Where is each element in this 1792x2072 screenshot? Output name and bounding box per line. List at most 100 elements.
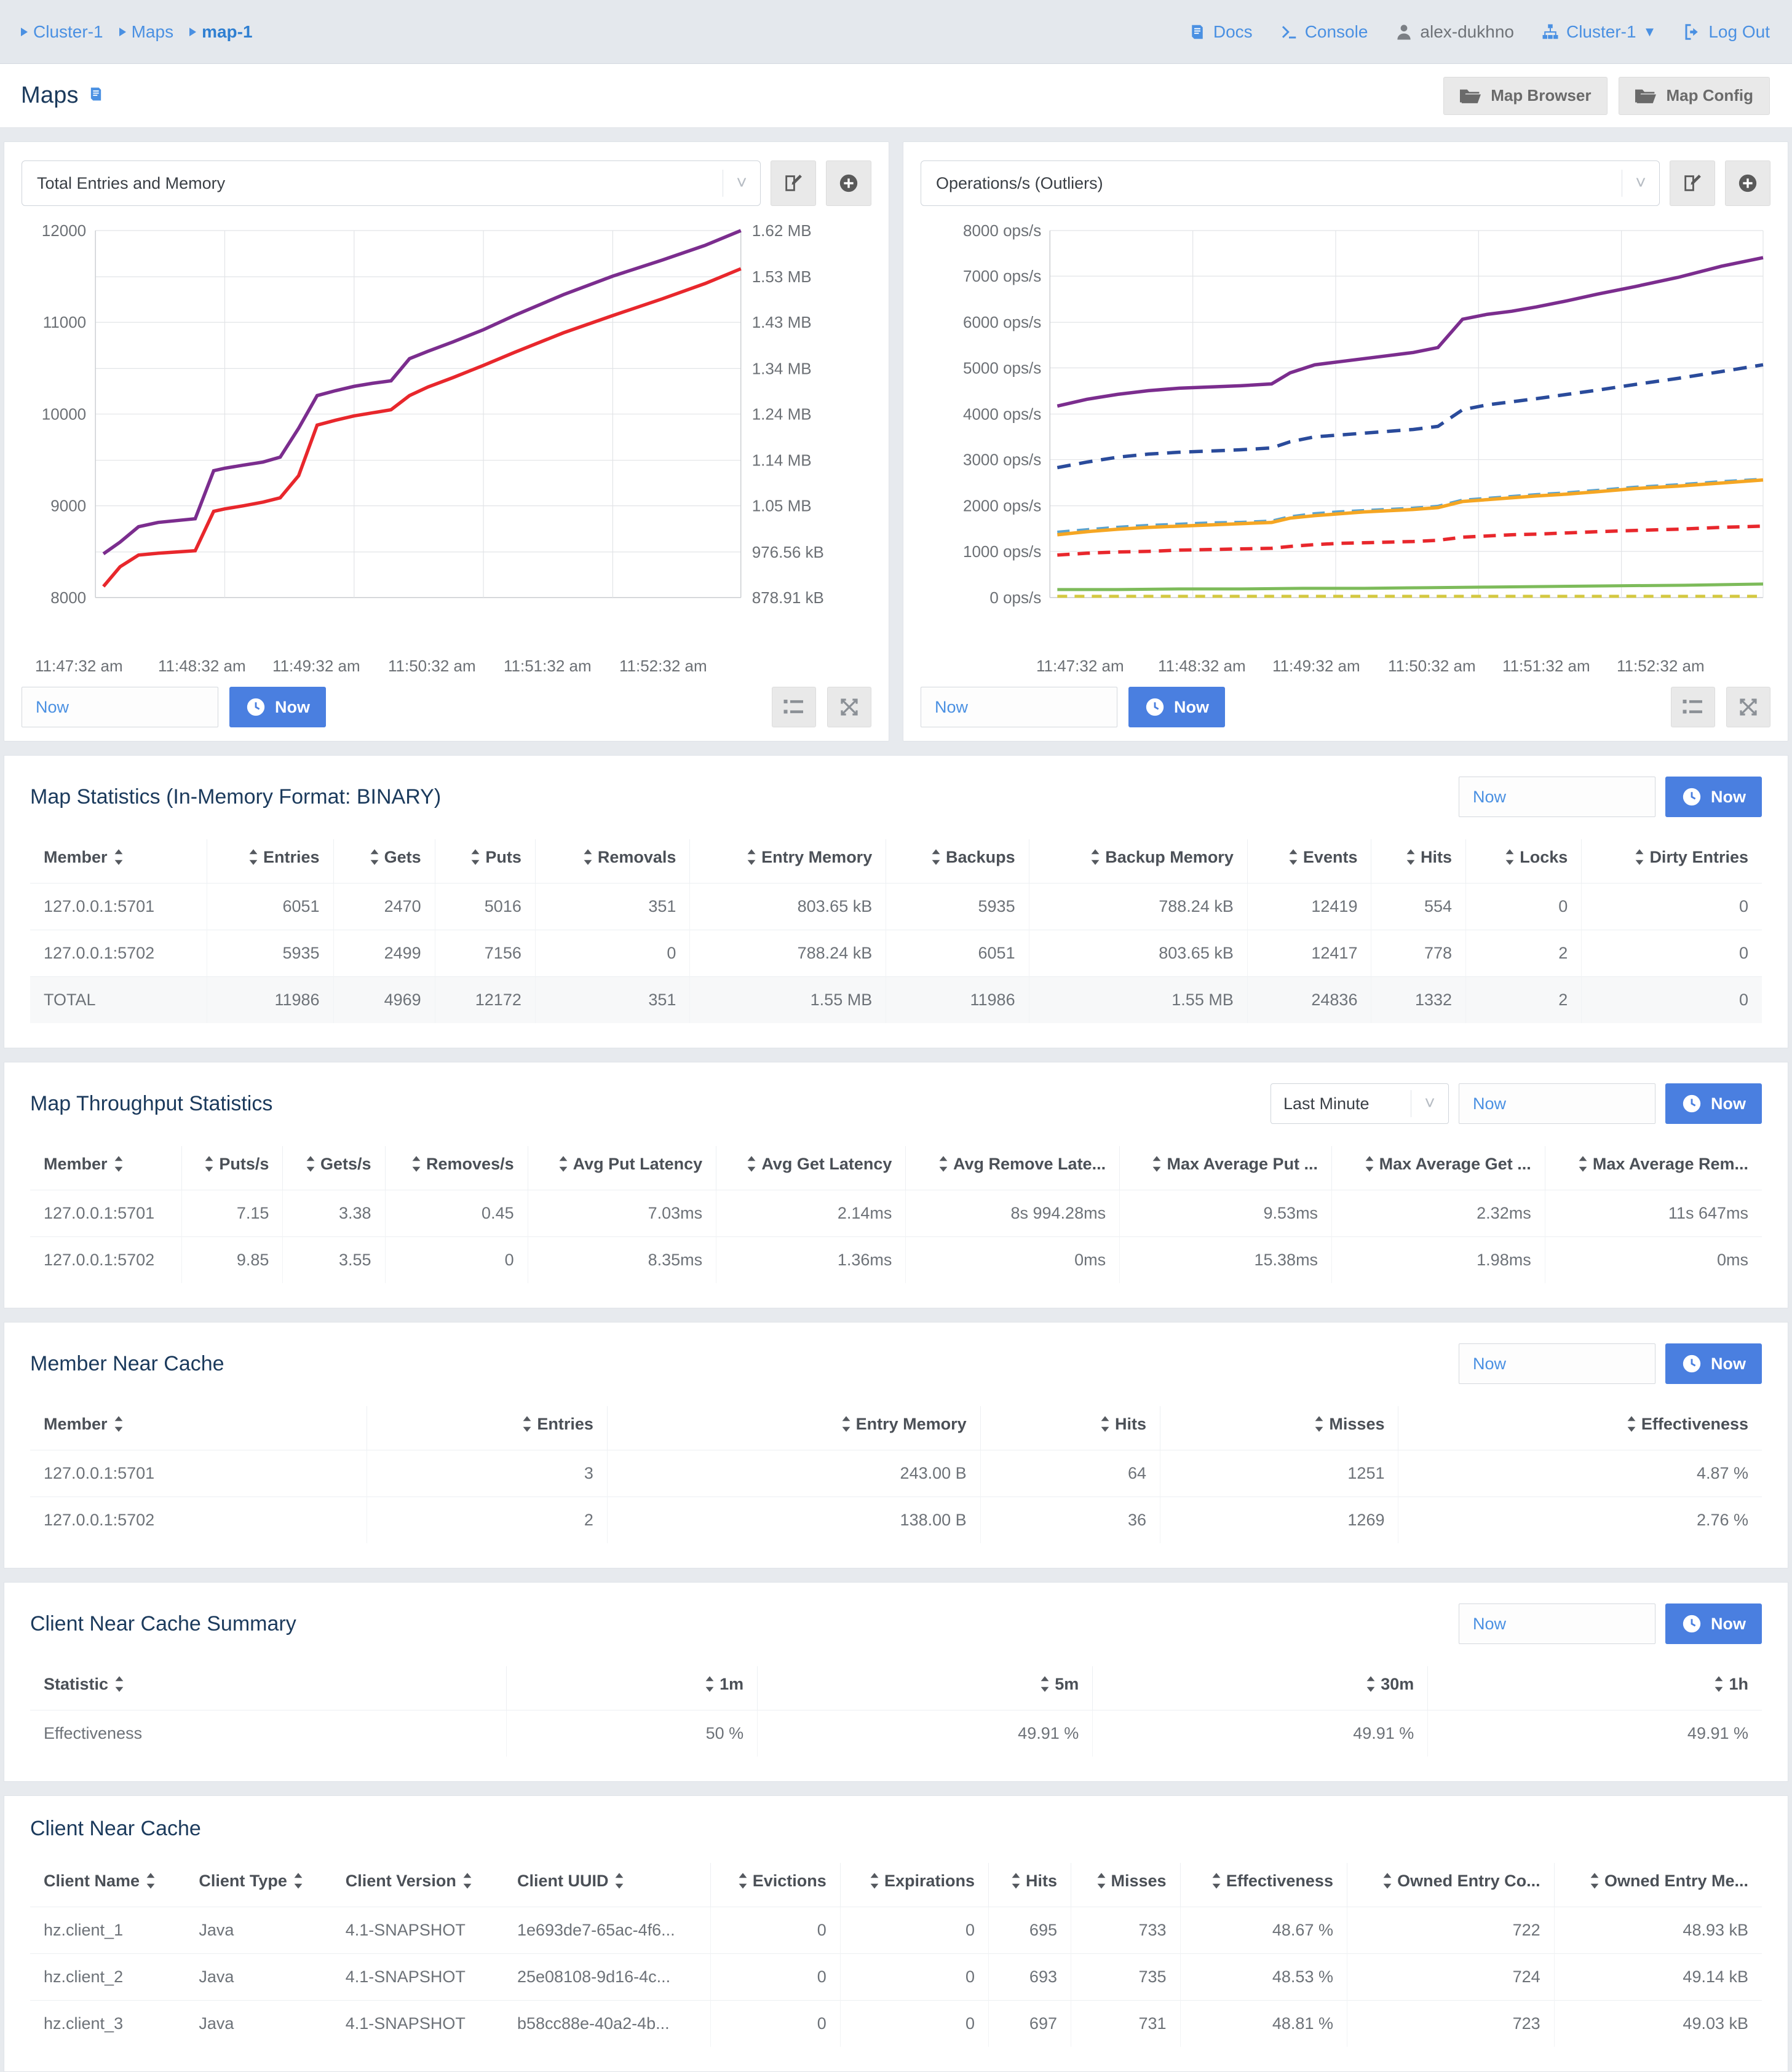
column-header-gets-per-s[interactable]: Gets/s [282,1146,386,1190]
column-header-member[interactable]: Member [30,1406,367,1450]
column-header-backups[interactable]: Backups [886,839,1029,884]
table-header-row: Statistic 1m 5m 30m 1h [30,1666,1762,1710]
column-header-1m[interactable]: 1m [505,1666,758,1710]
cell-30m: 49.91 % [1092,1710,1428,1757]
column-header-effectiveness[interactable]: Effectiveness [1398,1406,1762,1450]
logout-link[interactable]: Log Out [1683,22,1770,42]
breadcrumb-label: Maps [131,22,174,41]
cluster-selector[interactable]: Cluster-1 ▼ [1541,22,1656,42]
now-button[interactable]: Now [1665,777,1762,817]
column-header-max-avg-put[interactable]: Max Average Put ... [1119,1146,1332,1190]
time-range-select[interactable]: Last Minute ˅ [1271,1083,1449,1124]
console-link[interactable]: Console [1280,22,1368,42]
column-header-misses[interactable]: Misses [1070,1863,1181,1907]
column-header-client-version[interactable]: Client Version [332,1863,504,1907]
cell-member: 127.0.0.1:5702 [30,1236,182,1283]
column-header-client-name[interactable]: Client Name [30,1863,185,1907]
book-icon[interactable] [87,82,105,101]
chart-expand-button[interactable] [827,687,871,727]
now-button[interactable]: Now [1665,1603,1762,1644]
time-input[interactable]: Now [1459,1343,1655,1384]
column-header-max-avg-get[interactable]: Max Average Get ... [1331,1146,1545,1190]
column-header-backup-memory[interactable]: Backup Memory [1028,839,1248,884]
column-header-avg-put-latency[interactable]: Avg Put Latency [527,1146,716,1190]
column-header-entry-memory[interactable]: Entry Memory [606,1406,981,1450]
column-header-removes-per-s[interactable]: Removes/s [384,1146,528,1190]
time-input[interactable]: Now [22,687,218,727]
user-menu[interactable]: alex-dukhno [1395,22,1514,42]
x-tick-label: 11:51:32 am [504,657,592,675]
column-header-hits[interactable]: Hits [1371,839,1466,884]
chart-expand-button[interactable] [1726,687,1770,727]
time-input[interactable]: Now [921,687,1117,727]
column-label: Puts/s [219,1155,269,1173]
breadcrumb-item-map1[interactable]: map-1 [189,22,253,42]
column-header-expirations[interactable]: Expirations [839,1863,989,1907]
column-header-30m[interactable]: 30m [1092,1666,1428,1710]
column-header-entry-memory[interactable]: Entry Memory [689,839,886,884]
column-header-events[interactable]: Events [1247,839,1371,884]
map-config-button[interactable]: Map Config [1619,76,1770,115]
cell-gets: 2499 [333,930,435,977]
column-header-avg-get-latency[interactable]: Avg Get Latency [716,1146,906,1190]
edit-chart-button[interactable] [771,160,816,206]
now-button[interactable]: Now [1665,1083,1762,1124]
cell-gets: 4969 [333,976,435,1023]
column-header-member[interactable]: Member [30,839,207,884]
column-header-entries[interactable]: Entries [207,839,334,884]
column-header-hits[interactable]: Hits [980,1406,1160,1450]
time-input[interactable]: Now [1459,1603,1655,1644]
column-header-entries[interactable]: Entries [366,1406,608,1450]
edit-chart-button[interactable] [1670,160,1715,206]
map-browser-button[interactable]: Map Browser [1443,76,1608,115]
column-header-removals[interactable]: Removals [534,839,690,884]
column-header-hits[interactable]: Hits [988,1863,1071,1907]
column-header-gets[interactable]: Gets [333,839,435,884]
column-header-1h[interactable]: 1h [1427,1666,1762,1710]
column-header-owned-entry-count[interactable]: Owned Entry Co... [1346,1863,1555,1907]
svg-text:1.62 MB: 1.62 MB [752,222,812,240]
chart-metric-select[interactable]: Total Entries and Memory ˅ [22,160,761,206]
now-button[interactable]: Now [1665,1343,1762,1384]
chart-legend-button[interactable] [772,687,816,727]
x-tick-label: 11:50:32 am [388,657,476,675]
column-header-client-uuid[interactable]: Client UUID [504,1863,710,1907]
cell-owned-entry-count: 724 [1346,1953,1555,2001]
column-header-5m[interactable]: 5m [757,1666,1093,1710]
column-header-puts[interactable]: Puts [434,839,536,884]
header-actions: Map Browser Map Config [1443,76,1770,115]
time-input[interactable]: Now [1459,777,1655,817]
cell-misses: 1251 [1159,1450,1398,1497]
breadcrumb-item-cluster[interactable]: Cluster-1 [21,22,103,42]
column-header-avg-remove-latency[interactable]: Avg Remove Late... [905,1146,1120,1190]
column-label: Client Version [345,1872,456,1890]
add-chart-button[interactable] [826,160,871,206]
column-header-effectiveness[interactable]: Effectiveness [1179,1863,1347,1907]
column-header-misses[interactable]: Misses [1159,1406,1398,1450]
cell-puts: 7156 [434,930,536,977]
breadcrumb-item-maps[interactable]: Maps [119,22,173,42]
column-header-evictions[interactable]: Evictions [710,1863,841,1907]
top-navigation-bar: Cluster-1 Maps map-1 Docs Console alex-d… [0,0,1792,64]
column-header-puts-per-s[interactable]: Puts/s [181,1146,283,1190]
column-header-dirty-entries[interactable]: Dirty Entries [1581,839,1762,884]
cell-hits: 64 [980,1450,1160,1497]
time-input[interactable]: Now [1459,1083,1655,1124]
chart-legend-button[interactable] [1671,687,1715,727]
column-header-locks[interactable]: Locks [1465,839,1582,884]
svg-text:1.43 MB: 1.43 MB [752,313,812,331]
now-button[interactable]: Now [229,687,326,727]
chart-metric-select[interactable]: Operations/s (Outliers) ˅ [921,160,1660,206]
chart-toolbar: Operations/s (Outliers) ˅ [921,160,1770,206]
docs-link[interactable]: Docs [1188,22,1253,42]
chart-metric-value: Total Entries and Memory [37,173,226,192]
column-header-statistic[interactable]: Statistic [30,1666,506,1710]
now-button[interactable]: Now [1128,687,1225,727]
sort-icon [204,1156,214,1172]
column-header-max-avg-remove[interactable]: Max Average Rem... [1544,1146,1762,1190]
column-header-member[interactable]: Member [30,1146,181,1190]
add-chart-button[interactable] [1725,160,1770,206]
column-header-owned-entry-memory[interactable]: Owned Entry Me... [1553,1863,1762,1907]
column-header-client-type[interactable]: Client Type [185,1863,331,1907]
sort-icon [705,1676,715,1692]
